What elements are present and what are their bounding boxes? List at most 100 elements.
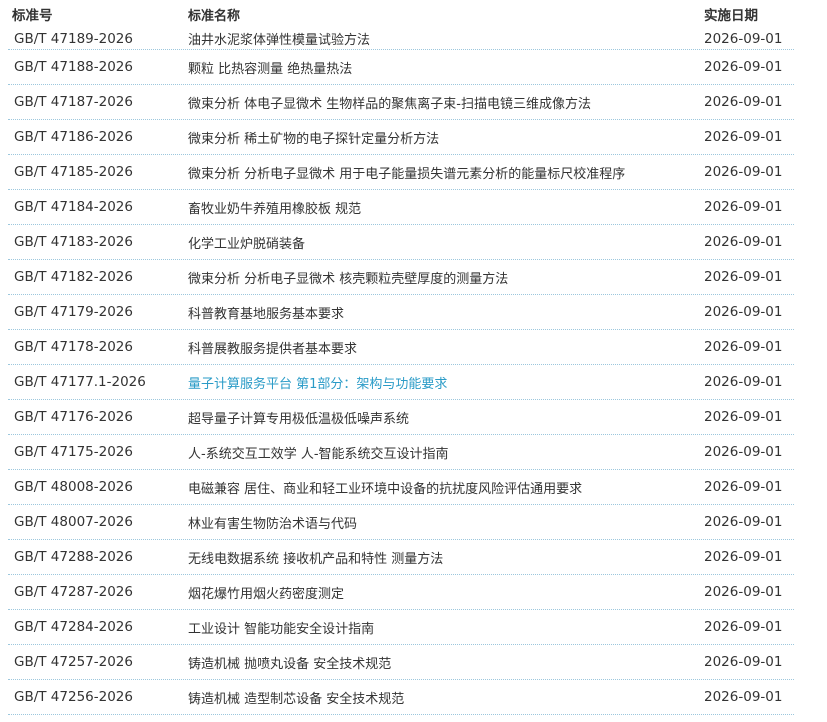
table-row: GB/T 47177.1-2026 量子计算服务平台 第1部分：架构与功能要求 20… (8, 365, 794, 400)
table-row: GB/T 47176-2026 超导量子计算专用极低温极低噪声系统 2026-09-… (8, 400, 794, 435)
standard-name-cell: 畜牧业奶牛养殖用橡胶板 规范 (188, 198, 704, 217)
standard-code: GB/T 47187-2026 (14, 94, 133, 110)
standard-name-cell: 量子计算服务平台 第1部分：架构与功能要求 (188, 373, 704, 392)
standard-code: GB/T 47183-2026 (14, 234, 133, 250)
standard-name-link[interactable]: 畜牧业奶牛养殖用橡胶板 规范 (188, 202, 361, 217)
effective-date: 2026-09-01 (704, 479, 783, 495)
standard-name-cell: 电磁兼容 居住、商业和轻工业环境中设备的抗扰度风险评估通用要求 (188, 478, 704, 497)
standard-name-cell: 林业有害生物防治术语与代码 (188, 513, 704, 532)
standard-code: GB/T 47186-2026 (14, 129, 133, 145)
effective-date: 2026-09-01 (704, 199, 783, 215)
table-row: GB/T 47284-2026 工业设计 智能功能安全设计指南 2026-09-01 (8, 610, 794, 645)
effective-date: 2026-09-01 (704, 59, 783, 75)
table-row: GB/T 47179-2026 科普教育基地服务基本要求 2026-09-01 (8, 295, 794, 330)
standard-code: GB/T 47182-2026 (14, 269, 133, 285)
standard-name-cell: 微束分析 分析电子显微术 核壳颗粒壳壁厚度的测量方法 (188, 268, 704, 287)
table-row: GB/T 47186-2026 微束分析 稀土矿物的电子探针定量分析方法 2026-… (8, 120, 794, 155)
effective-date: 2026-09-01 (704, 409, 783, 425)
standard-code: GB/T 47177.1-2026 (14, 374, 146, 390)
effective-date: 2026-09-01 (704, 94, 783, 110)
effective-date: 2026-09-01 (704, 514, 783, 530)
standard-name-cell: 铸造机械 造型制芯设备 安全技术规范 (188, 688, 704, 707)
table-row: GB/T 47287-2026 烟花爆竹用烟火药密度测定 2026-09-01 (8, 575, 794, 610)
standard-code: GB/T 47184-2026 (14, 199, 133, 215)
standard-name-link[interactable]: 工业设计 智能功能安全设计指南 (188, 622, 374, 637)
table-header: 标准号 标准名称 实施日期 (8, 0, 794, 28)
standard-name-link[interactable]: 林业有害生物防治术语与代码 (188, 517, 357, 532)
standard-name-cell: 烟花爆竹用烟火药密度测定 (188, 583, 704, 602)
table-row: GB/T 47178-2026 科普展教服务提供者基本要求 2026-09-01 (8, 330, 794, 365)
standard-name-link[interactable]: 科普教育基地服务基本要求 (188, 307, 344, 322)
standard-name-link[interactable]: 超导量子计算专用极低温极低噪声系统 (188, 412, 409, 427)
standard-code: GB/T 47178-2026 (14, 339, 133, 355)
table-row: GB/T 47182-2026 微束分析 分析电子显微术 核壳颗粒壳壁厚度的测量方… (8, 260, 794, 295)
effective-date: 2026-09-01 (704, 584, 783, 600)
standard-name-link[interactable]: 化学工业炉脱硝装备 (188, 237, 305, 252)
table-row: GB/T 47184-2026 畜牧业奶牛养殖用橡胶板 规范 2026-09-01 (8, 190, 794, 225)
standard-name-cell: 超导量子计算专用极低温极低噪声系统 (188, 408, 704, 427)
table-row: GB/T 47187-2026 微束分析 体电子显微术 生物样品的聚焦离子束-扫描… (8, 85, 794, 120)
effective-date: 2026-09-01 (704, 269, 783, 285)
standard-code: GB/T 47185-2026 (14, 164, 133, 180)
standard-code: GB/T 47188-2026 (14, 59, 133, 75)
table-row: GB/T 47288-2026 无线电数据系统 接收机产品和特性 测量方法 2026… (8, 540, 794, 575)
standard-code: GB/T 47179-2026 (14, 304, 133, 320)
standard-name-cell: 油井水泥浆体弹性模量试验方法 (188, 29, 704, 48)
standard-name-link[interactable]: 电磁兼容 居住、商业和轻工业环境中设备的抗扰度风险评估通用要求 (188, 482, 582, 497)
standard-name-link[interactable]: 微束分析 分析电子显微术 用于电子能量损失谱元素分析的能量标尺校准程序 (188, 167, 625, 182)
standard-code: GB/T 47288-2026 (14, 549, 133, 565)
standard-name-link[interactable]: 油井水泥浆体弹性模量试验方法 (188, 33, 370, 48)
table-row: GB/T 47183-2026 化学工业炉脱硝装备 2026-09-01 (8, 225, 794, 260)
standard-code: GB/T 48008-2026 (14, 479, 133, 495)
standard-name-link[interactable]: 颗粒 比热容测量 绝热量热法 (188, 62, 352, 77)
effective-date: 2026-09-01 (704, 339, 783, 355)
standard-name-cell: 人-系统交互工效学 人-智能系统交互设计指南 (188, 443, 704, 462)
standard-name-link[interactable]: 科普展教服务提供者基本要求 (188, 342, 357, 357)
standard-name-link[interactable]: 微束分析 体电子显微术 生物样品的聚焦离子束-扫描电镜三维成像方法 (188, 97, 591, 112)
standard-name-link[interactable]: 量子计算服务平台 第1部分：架构与功能要求 (188, 377, 447, 392)
table-row: GB/T 47188-2026 颗粒 比热容测量 绝热量热法 2026-09-01 (8, 50, 794, 85)
standard-name-link[interactable]: 无线电数据系统 接收机产品和特性 测量方法 (188, 552, 443, 567)
standard-code: GB/T 47287-2026 (14, 584, 133, 600)
standard-name-cell: 化学工业炉脱硝装备 (188, 233, 704, 252)
effective-date: 2026-09-01 (704, 234, 783, 250)
standard-name-link[interactable]: 微束分析 分析电子显微术 核壳颗粒壳壁厚度的测量方法 (188, 272, 508, 287)
standard-code: GB/T 47176-2026 (14, 409, 133, 425)
effective-date: 2026-09-01 (704, 444, 783, 460)
table-body: GB/T 47189-2026 油井水泥浆体弹性模量试验方法 2026-09-01 G… (8, 28, 794, 715)
header-standard-name: 标准名称 (188, 8, 241, 24)
table-row: GB/T 47189-2026 油井水泥浆体弹性模量试验方法 2026-09-01 (8, 28, 794, 50)
standard-name-link[interactable]: 铸造机械 造型制芯设备 安全技术规范 (188, 692, 404, 707)
standard-code: GB/T 47256-2026 (14, 689, 133, 705)
table-row: GB/T 47185-2026 微束分析 分析电子显微术 用于电子能量损失谱元素分… (8, 155, 794, 190)
effective-date: 2026-09-01 (704, 549, 783, 565)
standard-name-cell: 微束分析 分析电子显微术 用于电子能量损失谱元素分析的能量标尺校准程序 (188, 163, 704, 182)
standard-code: GB/T 47175-2026 (14, 444, 133, 460)
effective-date: 2026-09-01 (704, 689, 783, 705)
header-standard-code: 标准号 (12, 8, 53, 24)
standard-code: GB/T 47189-2026 (14, 30, 133, 47)
standard-code: GB/T 48007-2026 (14, 514, 133, 530)
table-row: GB/T 47175-2026 人-系统交互工效学 人-智能系统交互设计指南 202… (8, 435, 794, 470)
effective-date: 2026-09-01 (704, 164, 783, 180)
standard-name-cell: 铸造机械 抛喷丸设备 安全技术规范 (188, 653, 704, 672)
standard-name-link[interactable]: 人-系统交互工效学 人-智能系统交互设计指南 (188, 447, 449, 462)
effective-date: 2026-09-01 (704, 129, 783, 145)
standard-name-cell: 科普教育基地服务基本要求 (188, 303, 704, 322)
table-row: GB/T 47257-2026 铸造机械 抛喷丸设备 安全技术规范 2026-09-… (8, 645, 794, 680)
standard-name-cell: 颗粒 比热容测量 绝热量热法 (188, 58, 704, 77)
standard-name-cell: 工业设计 智能功能安全设计指南 (188, 618, 704, 637)
standard-name-cell: 科普展教服务提供者基本要求 (188, 338, 704, 357)
effective-date: 2026-09-01 (704, 374, 783, 390)
table-row: GB/T 47256-2026 铸造机械 造型制芯设备 安全技术规范 2026-09… (8, 680, 794, 715)
standard-name-link[interactable]: 微束分析 稀土矿物的电子探针定量分析方法 (188, 132, 439, 147)
standard-name-link[interactable]: 烟花爆竹用烟火药密度测定 (188, 587, 344, 602)
table-row: GB/T 48007-2026 林业有害生物防治术语与代码 2026-09-01 (8, 505, 794, 540)
effective-date: 2026-09-01 (704, 304, 783, 320)
standards-table: 标准号 标准名称 实施日期 GB/T 47189-2026 油井水泥浆体弹性模量试… (8, 0, 794, 715)
standard-name-cell: 微束分析 体电子显微术 生物样品的聚焦离子束-扫描电镜三维成像方法 (188, 93, 704, 112)
standard-name-link[interactable]: 铸造机械 抛喷丸设备 安全技术规范 (188, 657, 391, 672)
effective-date: 2026-09-01 (704, 619, 783, 635)
header-effective-date: 实施日期 (704, 8, 758, 24)
standard-code: GB/T 47257-2026 (14, 654, 133, 670)
